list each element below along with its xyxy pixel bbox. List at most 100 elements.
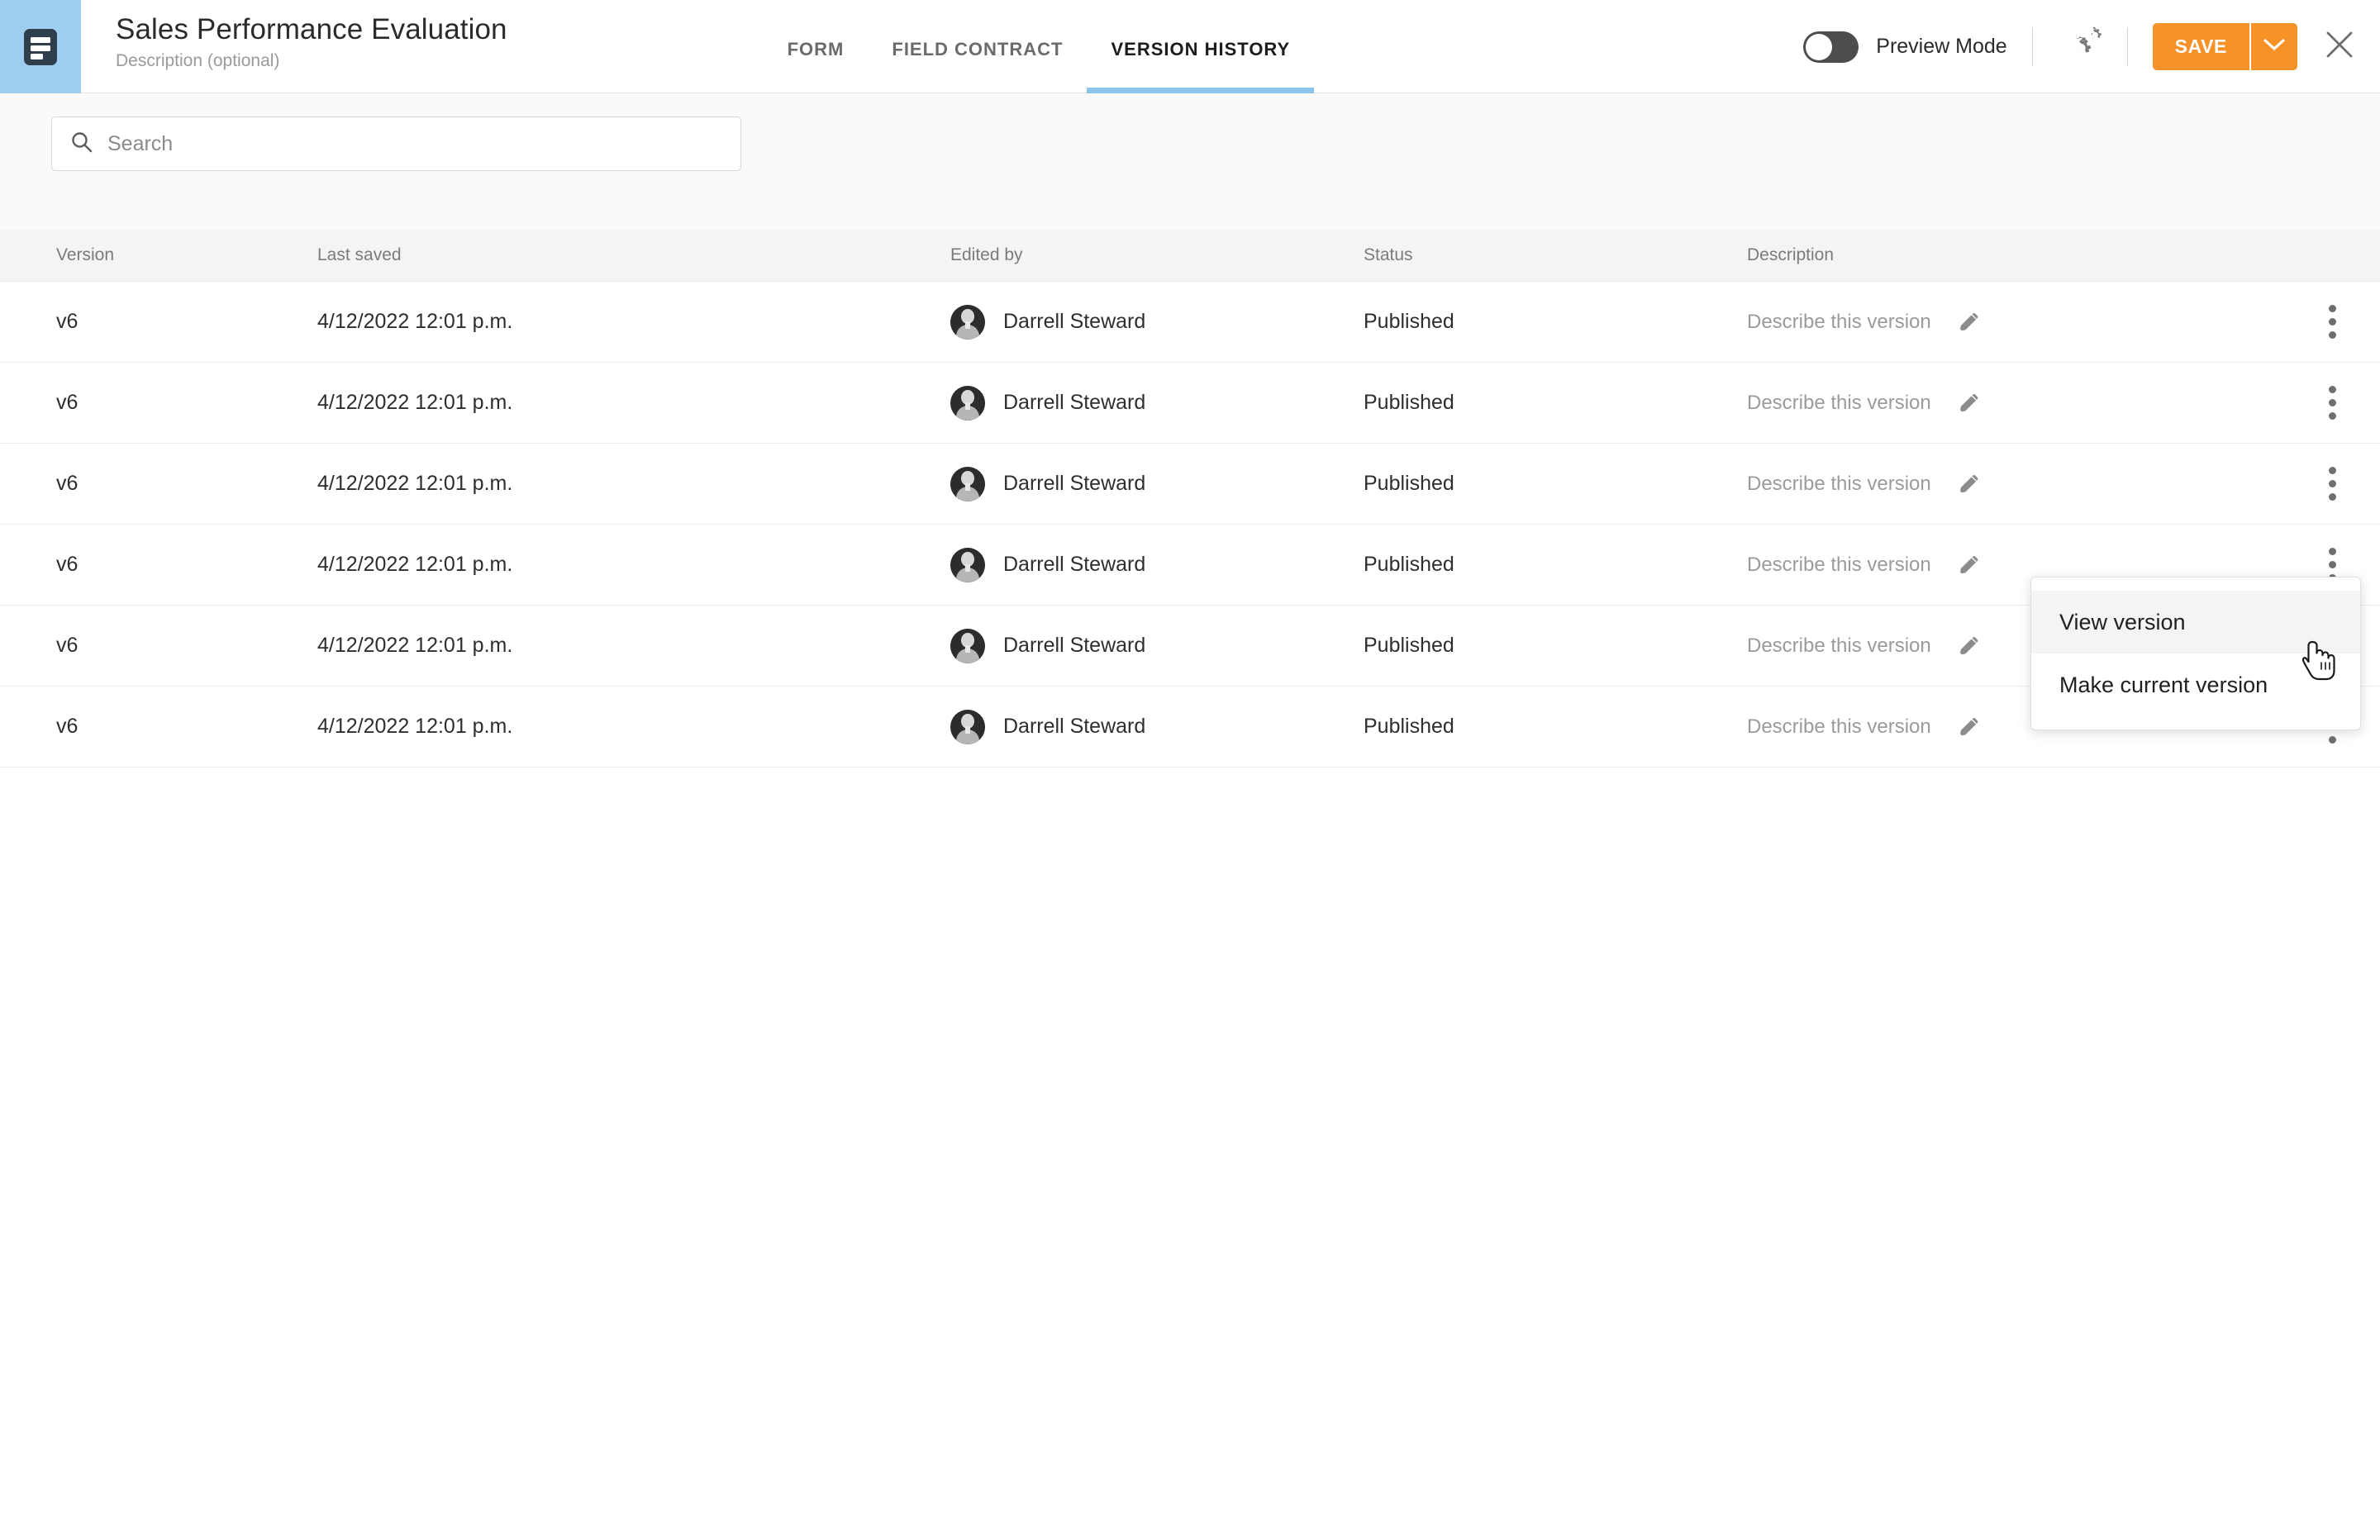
- editor-name: Darrell Steward: [1003, 634, 1146, 657]
- cell-last-saved: 4/12/2022 12:01 p.m.: [317, 472, 513, 495]
- pencil-icon[interactable]: [1953, 468, 1986, 501]
- preview-mode-toggle[interactable]: [1803, 31, 1859, 63]
- preview-mode-label: Preview Mode: [1876, 35, 2007, 58]
- cell-edited-by: Darrell Steward: [950, 385, 1364, 421]
- divider: [2126, 27, 2128, 66]
- divider: [2031, 27, 2033, 66]
- column-header-version: Version: [56, 245, 115, 264]
- version-history-table: Version Last saved Edited by Status Desc…: [0, 230, 2380, 768]
- header-tabs: FORM FIELD CONTRACT VERSION HISTORY: [764, 0, 1315, 93]
- editor-name: Darrell Steward: [1003, 553, 1146, 576]
- status-badge: Published: [1364, 310, 1454, 333]
- cell-version: v6: [56, 715, 79, 738]
- kebab-menu-icon[interactable]: [2314, 299, 2350, 345]
- pencil-icon[interactable]: [1953, 630, 1986, 663]
- description-placeholder[interactable]: Describe this version: [1747, 311, 1931, 334]
- status-badge: Published: [1364, 472, 1454, 495]
- header-actions: Preview Mode SAVE: [1803, 0, 2380, 93]
- cell-edited-by: Darrell Steward: [950, 466, 1364, 501]
- chevron-down-icon: [2263, 38, 2285, 55]
- avatar: [950, 709, 985, 744]
- cell-edited-by: Darrell Steward: [950, 628, 1364, 663]
- cell-description: Describe this version: [1747, 387, 2380, 420]
- status-badge: Published: [1364, 391, 1454, 414]
- table-row[interactable]: v6 4/12/2022 12:01 p.m. Darrell Steward Pub…: [0, 525, 2380, 606]
- cell-last-saved: 4/12/2022 12:01 p.m.: [317, 715, 513, 738]
- table-row[interactable]: v6 4/12/2022 12:01 p.m. Darrell Steward Pub…: [0, 282, 2380, 363]
- avatar: [950, 304, 985, 340]
- column-header-edited-by: Edited by: [950, 245, 1023, 264]
- description-placeholder[interactable]: Describe this version: [1747, 392, 1931, 415]
- description-placeholder[interactable]: Describe this version: [1747, 635, 1931, 658]
- cell-last-saved: 4/12/2022 12:01 p.m.: [317, 310, 513, 333]
- cell-version: v6: [56, 391, 79, 414]
- close-icon: [2324, 29, 2355, 64]
- menu-item-make-current-version[interactable]: Make current version: [2031, 654, 2360, 716]
- tab-field-contract[interactable]: FIELD CONTRACT: [868, 0, 1087, 93]
- description-placeholder[interactable]: Describe this version: [1747, 473, 1931, 496]
- document-lines-icon: [20, 26, 61, 68]
- column-header-status: Status: [1364, 245, 1413, 264]
- search-icon: [70, 131, 93, 158]
- save-button[interactable]: SAVE: [2152, 23, 2249, 70]
- search-box[interactable]: [51, 116, 741, 171]
- avatar: [950, 547, 985, 582]
- save-dropdown-button[interactable]: [2249, 23, 2297, 70]
- tab-version-history[interactable]: VERSION HISTORY: [1087, 0, 1314, 93]
- description-placeholder[interactable]: Describe this version: [1747, 715, 1931, 739]
- tab-form[interactable]: FORM: [764, 0, 869, 93]
- search-input[interactable]: [107, 131, 722, 156]
- kebab-menu-icon[interactable]: [2314, 380, 2350, 426]
- avatar: [950, 385, 985, 421]
- cell-edited-by: Darrell Steward: [950, 547, 1364, 582]
- cell-version: v6: [56, 472, 79, 495]
- cell-last-saved: 4/12/2022 12:01 p.m.: [317, 553, 513, 576]
- row-context-menu: View version Make current version: [2030, 577, 2361, 730]
- gears-icon: [2058, 25, 2102, 69]
- save-button-group: SAVE: [2152, 23, 2297, 70]
- table-row[interactable]: v6 4/12/2022 12:01 p.m. Darrell Steward Pub…: [0, 687, 2380, 768]
- table-row[interactable]: v6 4/12/2022 12:01 p.m. Darrell Steward Pub…: [0, 444, 2380, 525]
- cell-last-saved: 4/12/2022 12:01 p.m.: [317, 634, 513, 657]
- cell-description: Describe this version: [1747, 468, 2380, 501]
- pencil-icon[interactable]: [1953, 387, 1986, 420]
- cell-last-saved: 4/12/2022 12:01 p.m.: [317, 391, 513, 414]
- cell-version: v6: [56, 634, 79, 657]
- table-row[interactable]: v6 4/12/2022 12:01 p.m. Darrell Steward Pub…: [0, 606, 2380, 687]
- menu-item-view-version[interactable]: View version: [2031, 591, 2360, 654]
- pencil-icon[interactable]: [1953, 711, 1986, 744]
- status-badge: Published: [1364, 634, 1454, 657]
- editor-name: Darrell Steward: [1003, 715, 1146, 738]
- editor-name: Darrell Steward: [1003, 310, 1146, 333]
- close-button[interactable]: [2320, 28, 2359, 66]
- editor-name: Darrell Steward: [1003, 472, 1146, 495]
- kebab-menu-icon[interactable]: [2314, 461, 2350, 507]
- pencil-icon[interactable]: [1953, 306, 1986, 339]
- status-badge: Published: [1364, 553, 1454, 576]
- app-header: Sales Performance Evaluation Description…: [0, 0, 2380, 93]
- document-description-placeholder[interactable]: Description (optional): [116, 50, 507, 73]
- toggle-knob: [1806, 33, 1833, 60]
- search-area: [0, 93, 2380, 230]
- cell-version: v6: [56, 310, 79, 333]
- editor-name: Darrell Steward: [1003, 391, 1146, 414]
- avatar: [950, 628, 985, 663]
- cell-edited-by: Darrell Steward: [950, 709, 1364, 744]
- title-block: Sales Performance Evaluation Description…: [81, 0, 507, 73]
- page-title: Sales Performance Evaluation: [116, 13, 507, 45]
- cell-description: Describe this version: [1747, 306, 2380, 339]
- page-root: Sales Performance Evaluation Description…: [0, 0, 2380, 1540]
- app-icon-tile[interactable]: [0, 0, 81, 93]
- column-header-last-saved: Last saved: [317, 245, 402, 264]
- column-header-description: Description: [1747, 245, 1835, 264]
- status-badge: Published: [1364, 715, 1454, 738]
- table-header-row: Version Last saved Edited by Status Desc…: [0, 230, 2380, 282]
- cell-version: v6: [56, 553, 79, 576]
- table-body: v6 4/12/2022 12:01 p.m. Darrell Steward Pub…: [0, 282, 2380, 768]
- description-placeholder[interactable]: Describe this version: [1747, 554, 1931, 577]
- pencil-icon[interactable]: [1953, 549, 1986, 582]
- settings-button[interactable]: [2058, 25, 2102, 69]
- table-row[interactable]: v6 4/12/2022 12:01 p.m. Darrell Steward Pub…: [0, 363, 2380, 444]
- avatar: [950, 466, 985, 501]
- cell-edited-by: Darrell Steward: [950, 304, 1364, 340]
